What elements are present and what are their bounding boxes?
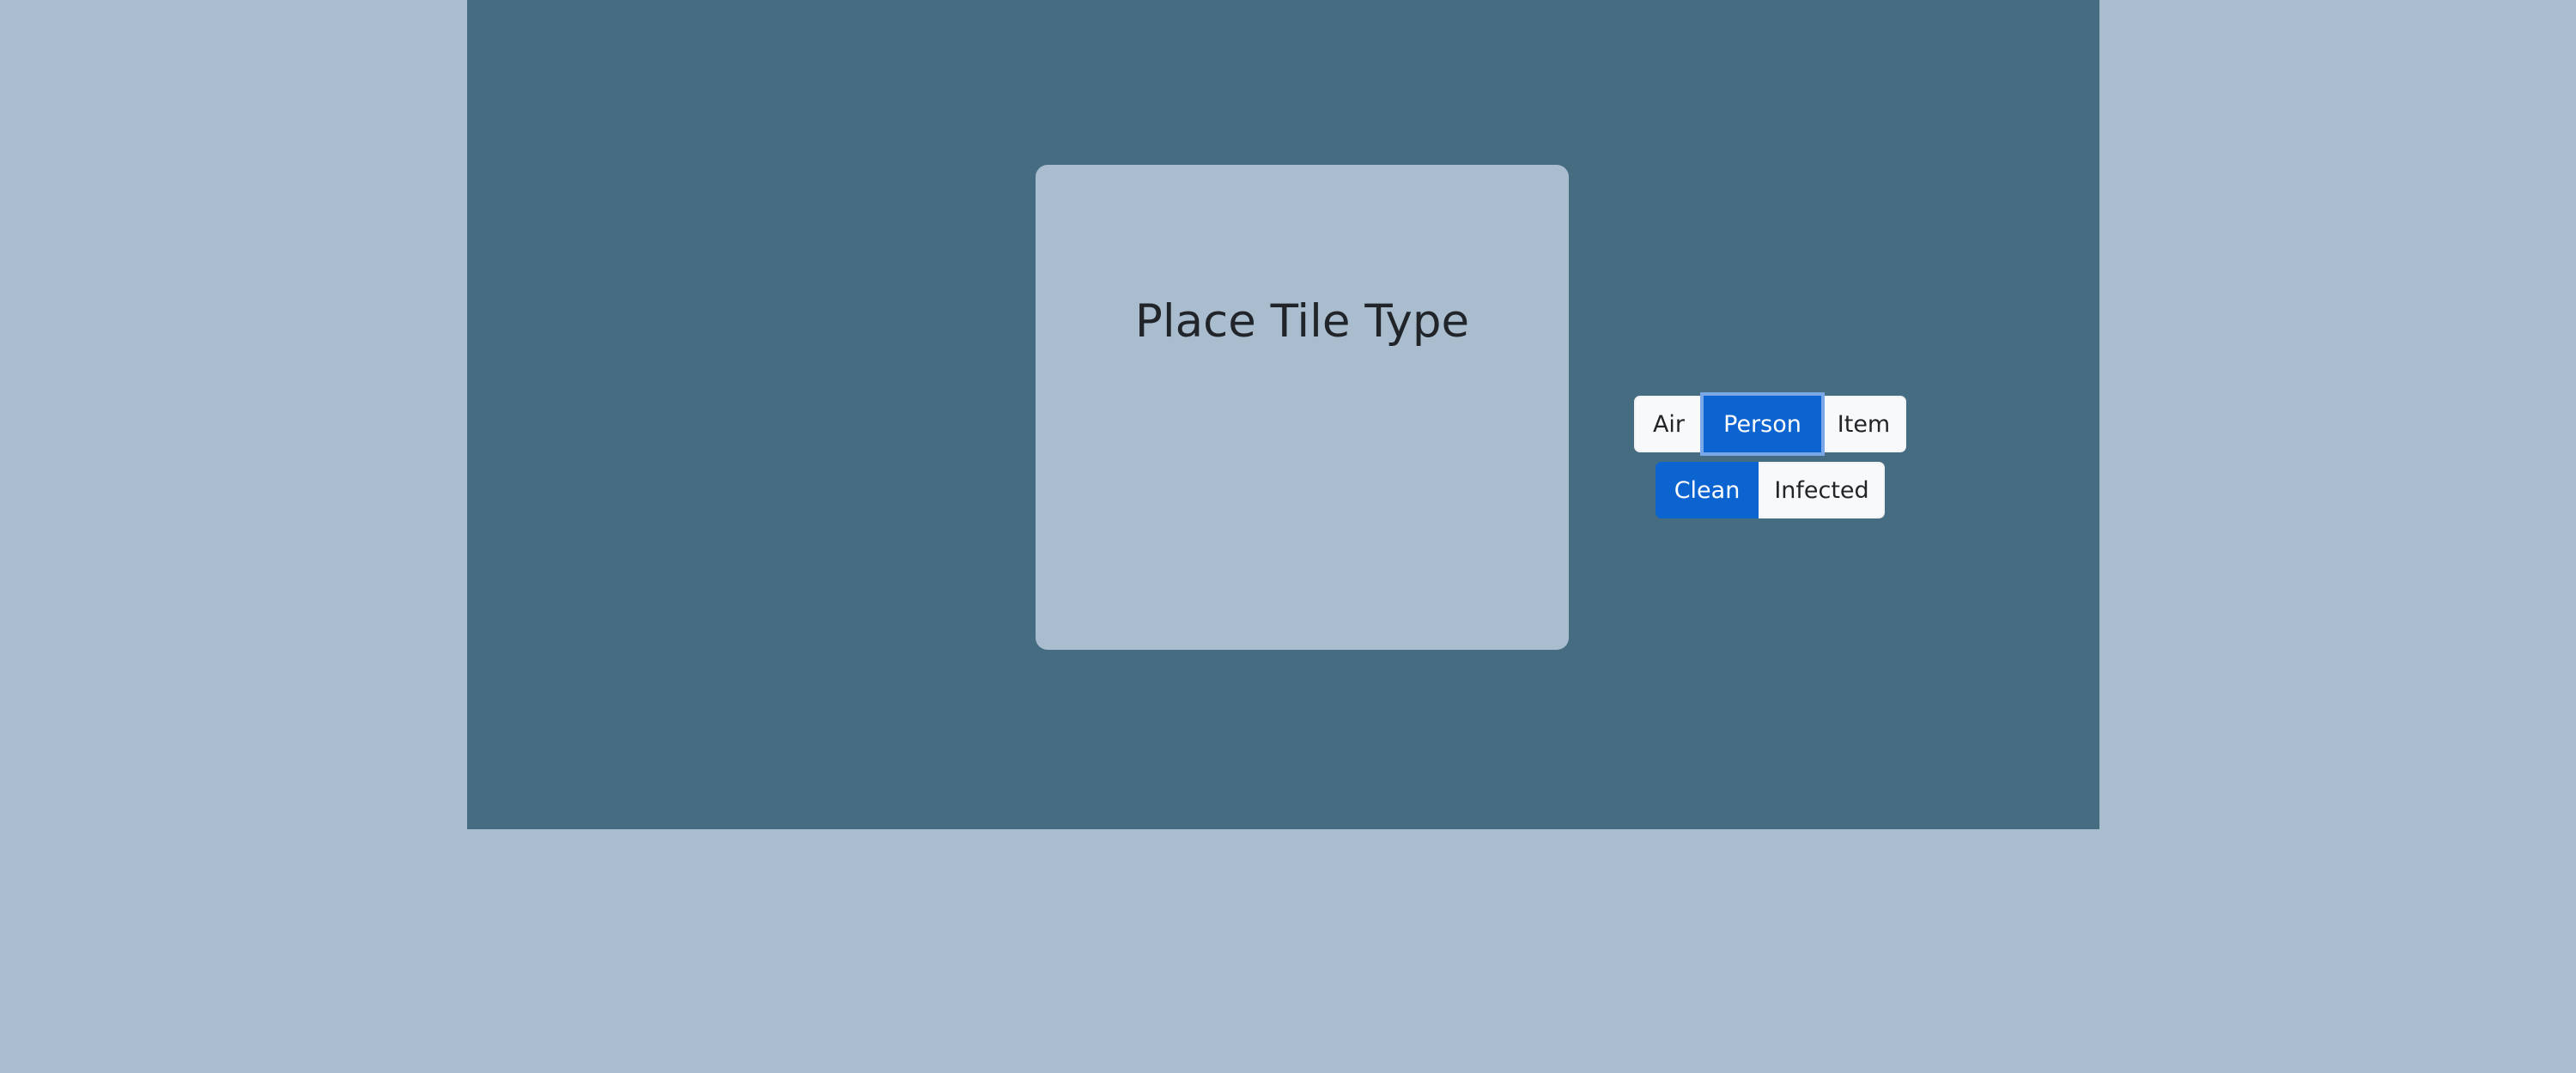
- dialog-title: Place Tile Type: [1134, 295, 1470, 348]
- tile-type-air-button[interactable]: Air: [1634, 396, 1704, 452]
- tile-type-person-button[interactable]: Person: [1704, 396, 1821, 452]
- game-stage[interactable]: Place Tile Type Air Person Item Clean In…: [467, 0, 2099, 829]
- infection-status-button-group: Clean Infected: [1656, 462, 1885, 518]
- place-tile-dialog: Place Tile Type Air Person Item Clean In…: [1036, 165, 1906, 650]
- status-clean-button[interactable]: Clean: [1656, 462, 1759, 518]
- status-infected-button[interactable]: Infected: [1759, 462, 1885, 518]
- tile-type-button-group: Air Person Item: [1634, 396, 1906, 452]
- tile-type-item-button[interactable]: Item: [1821, 396, 1906, 452]
